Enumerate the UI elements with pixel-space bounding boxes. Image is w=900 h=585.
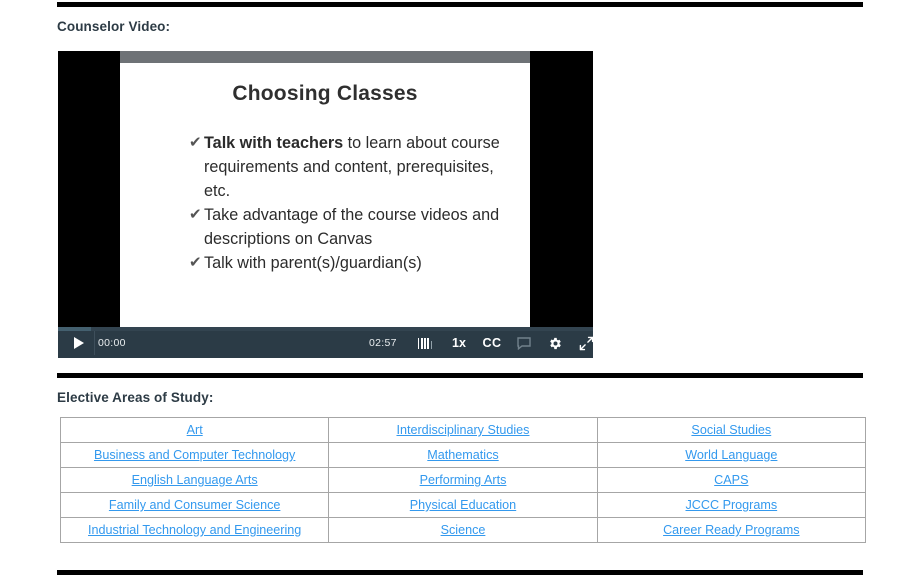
elective-link[interactable]: Science [441,523,486,537]
total-time-label: 02:57 [369,337,397,349]
volume-button[interactable] [410,331,440,355]
checkmark-icon: ✔ [189,206,202,223]
fullscreen-icon [579,336,593,350]
video-control-bar[interactable]: 00:00 02:57 1x CC [58,327,593,358]
table-cell[interactable]: Physical Education [328,492,598,518]
table-row: English Language Arts Performing Arts CA… [59,467,867,493]
elective-link[interactable]: Interdisciplinary Studies [396,423,529,437]
slide-bullet-text: Talk with parent(s)/guardian(s) [204,254,422,272]
slide-bullet-item: ✔ Talk with teachers to learn about cour… [189,131,520,203]
elective-link[interactable]: English Language Arts [132,473,258,487]
slide-title: Choosing Classes [232,82,418,105]
volume-icon [417,337,433,349]
table-cell[interactable]: JCCC Programs [596,492,867,518]
elective-link[interactable]: Family and Consumer Science [109,498,281,512]
divider-top [57,2,863,7]
table-cell[interactable]: World Language [596,442,867,468]
divider-middle [57,373,863,378]
play-icon [74,337,84,349]
checkmark-icon: ✔ [189,134,202,151]
elective-link[interactable]: Mathematics [427,448,498,462]
slide-bullet-item: ✔ Talk with parent(s)/guardian(s) [189,251,520,275]
slide-bullet-item: ✔ Take advantage of the course videos an… [189,203,520,251]
slide-bullet-bold: Talk with teachers [204,134,344,152]
table-row: Industrial Technology and Engineering Sc… [59,517,867,543]
control-divider [94,331,95,355]
page-root: Counselor Video: Choosing Classes ✔ Talk… [0,0,900,585]
table-cell[interactable]: Performing Arts [328,467,598,493]
table-cell[interactable]: Social Studies [596,417,867,443]
elective-link[interactable]: Art [187,423,203,437]
elective-link[interactable]: JCCC Programs [685,498,777,512]
counselor-video-heading: Counselor Video: [57,19,171,34]
table-cell[interactable]: Career Ready Programs [596,517,867,543]
settings-button[interactable] [540,331,570,355]
table-row: Art Interdisciplinary Studies Social Stu… [59,417,867,443]
elective-link[interactable]: Industrial Technology and Engineering [88,523,301,537]
table-cell[interactable]: English Language Arts [59,467,330,493]
elective-link[interactable]: CAPS [714,473,748,487]
checkmark-icon: ✔ [189,254,202,271]
elective-areas-table: Art Interdisciplinary Studies Social Stu… [59,417,867,543]
comment-icon [517,336,531,350]
table-row: Family and Consumer Science Physical Edu… [59,492,867,518]
table-cell[interactable]: Industrial Technology and Engineering [59,517,330,543]
elective-link[interactable]: Performing Arts [420,473,507,487]
elective-link[interactable]: Business and Computer Technology [94,448,295,462]
table-cell[interactable]: Science [328,517,598,543]
elective-link[interactable]: World Language [685,448,777,462]
table-cell[interactable]: Art [59,417,330,443]
slide-bullet-list: ✔ Talk with teachers to learn about cour… [189,131,520,275]
video-slide: Choosing Classes ✔ Talk with teachers to… [120,51,530,327]
playback-speed-button[interactable]: 1x [444,331,474,355]
slide-topbar [120,51,530,63]
elective-link[interactable]: Social Studies [691,423,771,437]
video-stage[interactable]: Choosing Classes ✔ Talk with teachers to… [58,51,593,327]
elective-link[interactable]: Career Ready Programs [663,523,799,537]
captions-button[interactable]: CC [476,331,508,355]
slide-bullet-text: Take advantage of the course videos and … [204,206,500,248]
comment-button[interactable] [510,331,538,355]
table-cell[interactable]: Business and Computer Technology [59,442,330,468]
divider-bottom [57,570,863,575]
table-cell[interactable]: Family and Consumer Science [59,492,330,518]
fullscreen-button[interactable] [572,331,593,355]
table-cell[interactable]: CAPS [596,467,867,493]
settings-gear-icon [549,337,561,349]
elective-link[interactable]: Physical Education [410,498,516,512]
video-player[interactable]: Choosing Classes ✔ Talk with teachers to… [58,51,593,358]
table-cell[interactable]: Mathematics [328,442,598,468]
current-time-label: 00:00 [98,337,126,349]
table-cell[interactable]: Interdisciplinary Studies [328,417,598,443]
table-row: Business and Computer Technology Mathema… [59,442,867,468]
elective-areas-heading: Elective Areas of Study: [57,390,214,405]
play-button[interactable] [64,331,92,355]
